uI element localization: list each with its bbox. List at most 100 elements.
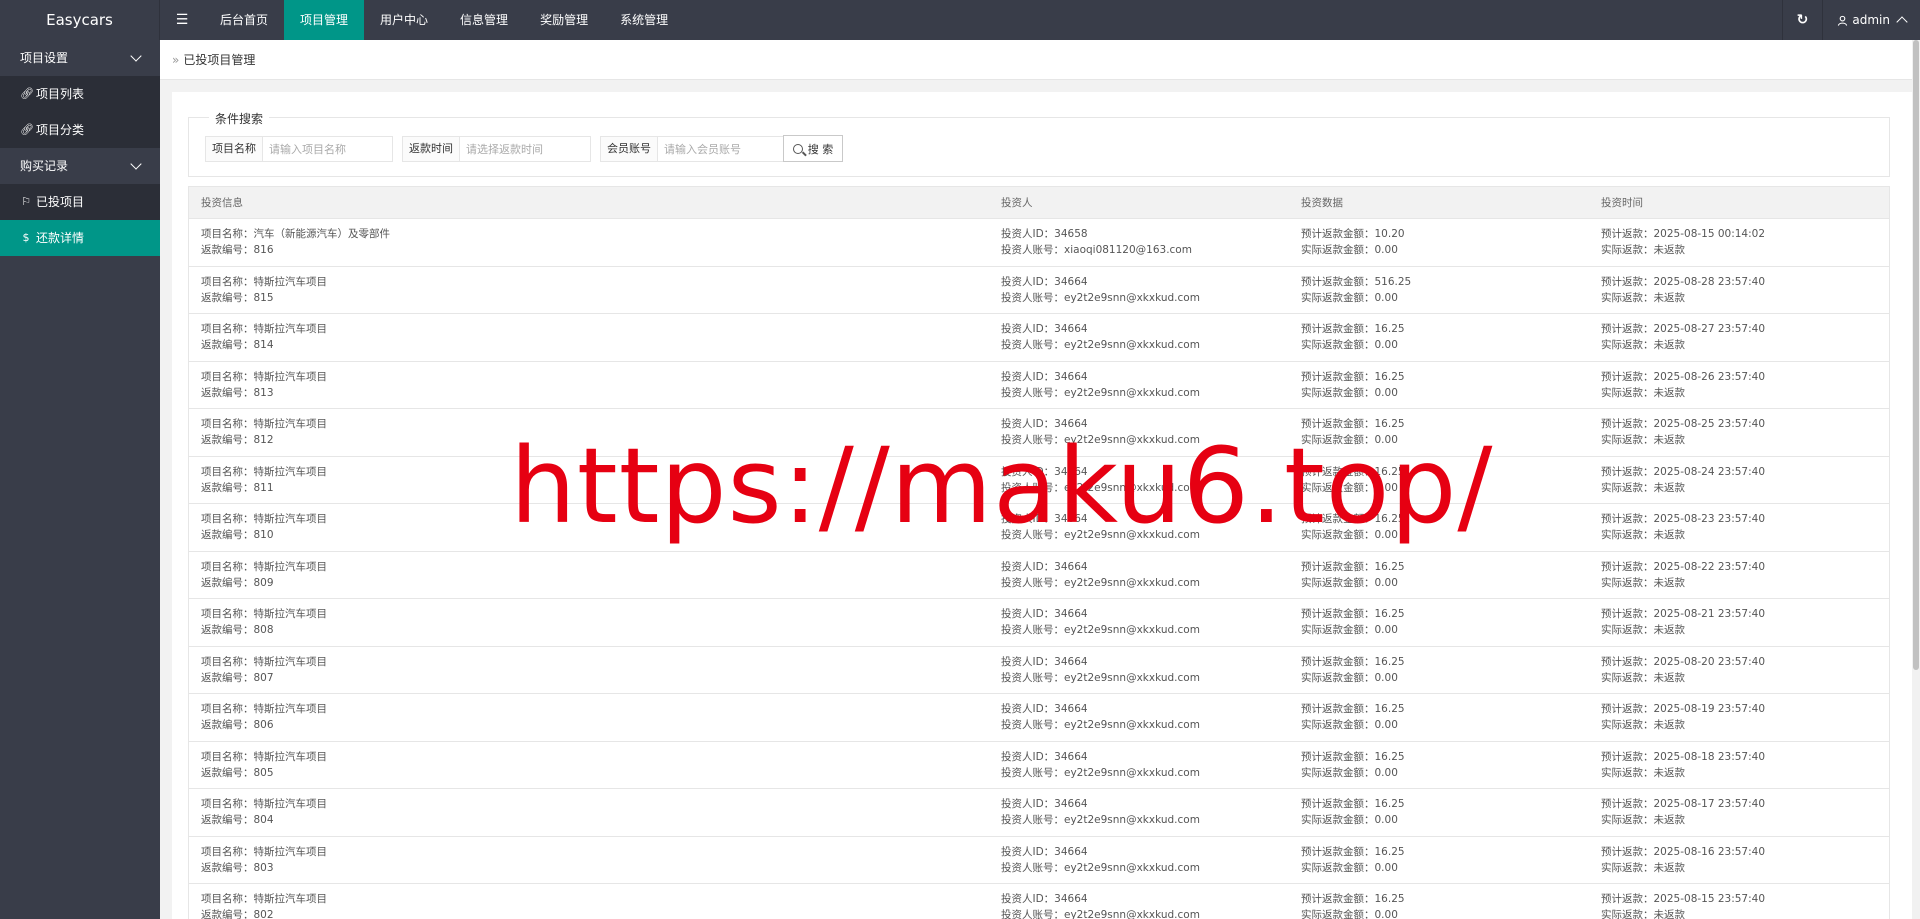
top-nav: 后台首页 项目管理 用户中心 信息管理 奖励管理 系统管理 (204, 0, 684, 40)
planned-return-amount: 预计返款金额：16.25 (1301, 560, 1405, 573)
planned-return-time: 预计返款：2025-08-18 23:57:40 (1601, 750, 1766, 763)
actual-return-status: 实际返款：未返款 (1601, 386, 1685, 399)
project-name: 项目名称：特斯拉汽车项目 (201, 275, 327, 288)
actual-return-status: 实际返款：未返款 (1601, 481, 1685, 494)
planned-return-time: 预计返款：2025-08-20 23:57:40 (1601, 655, 1766, 668)
actual-return-status: 实际返款：未返款 (1601, 244, 1685, 257)
table-cell: 预计返款：2025-08-22 23:57:40 实际返款：未返款 (1589, 559, 1889, 591)
planned-return-amount: 预计返款金额：16.25 (1301, 323, 1405, 336)
investor-id: 投资人ID：34664 (1001, 608, 1088, 621)
investment-table: 投资信息 投资人 投资数据 投资时间 项目名称：汽车（新能源汽车）及零部件 返款编… (188, 186, 1890, 919)
table-row: 项目名称：特斯拉汽车项目 返款编号：805 投资人ID：34664 投资人账号：ey2… (189, 742, 1889, 789)
planned-return-time: 预计返款：2025-08-27 23:57:40 (1601, 323, 1766, 336)
top-bar: Easycars ☰ 后台首页 项目管理 用户中心 信息管理 奖励管理 系统管理… (0, 0, 1920, 40)
sidebar-group-purchase-records[interactable]: 购买记录 (0, 148, 160, 184)
actual-return-amount: 实际返款金额：0.00 (1301, 671, 1398, 684)
actual-return-status: 实际返款：未返款 (1601, 861, 1685, 874)
actual-return-status: 实际返款：未返款 (1601, 339, 1685, 352)
nav-item-reward-management[interactable]: 奖励管理 (524, 0, 604, 40)
actual-return-amount: 实际返款金额：0.00 (1301, 624, 1398, 637)
investor-account: 投资人账号：ey2t2e9snn@xkxkud.com (1001, 766, 1200, 779)
investor-account: 投资人账号：ey2t2e9snn@xkxkud.com (1001, 719, 1200, 732)
table-cell: 预计返款金额：16.25 实际返款金额：0.00 (1289, 559, 1589, 591)
sidebar-item-invested-projects[interactable]: ⚐ 已投项目 (0, 184, 160, 220)
table-row: 项目名称：特斯拉汽车项目 返款编号：802 投资人ID：34664 投资人账号：ey2… (189, 884, 1889, 919)
investor-account: 投资人账号：ey2t2e9snn@xkxkud.com (1001, 434, 1200, 447)
table-cell: 预计返款：2025-08-28 23:57:40 实际返款：未返款 (1589, 274, 1889, 306)
project-name: 项目名称：特斯拉汽车项目 (201, 513, 327, 526)
table-cell: 项目名称：特斯拉汽车项目 返款编号：807 (189, 654, 989, 686)
sidebar-item-repayment-details[interactable]: $ 还款详情 (0, 220, 160, 256)
nav-item-system-management[interactable]: 系统管理 (604, 0, 684, 40)
return-time-field: 返款时间 (402, 136, 591, 162)
table-cell: 预计返款：2025-08-19 23:57:40 实际返款：未返款 (1589, 701, 1889, 733)
investor-id: 投资人ID：34658 (1001, 228, 1088, 241)
investor-id: 投资人ID：34664 (1001, 655, 1088, 668)
chevron-down-icon (130, 50, 142, 62)
actual-return-status: 实际返款：未返款 (1601, 814, 1685, 827)
project-name: 项目名称：特斯拉汽车项目 (201, 608, 327, 621)
planned-return-amount: 预计返款金额：16.25 (1301, 465, 1405, 478)
sidebar-group-project-settings[interactable]: 项目设置 (0, 40, 160, 76)
table-row: 项目名称：特斯拉汽车项目 返款编号：814 投资人ID：34664 投资人账号：ey2… (189, 314, 1889, 362)
investor-account: 投资人账号：ey2t2e9snn@xkxkud.com (1001, 576, 1200, 589)
nav-item-project-management[interactable]: 项目管理 (284, 0, 365, 40)
return-number: 返款编号：816 (201, 244, 274, 257)
actual-return-amount: 实际返款金额：0.00 (1301, 576, 1398, 589)
menu-toggle-icon[interactable]: ☰ (160, 0, 204, 40)
actual-return-amount: 实际返款金额：0.00 (1301, 529, 1398, 542)
table-cell: 项目名称：特斯拉汽车项目 返款编号：811 (189, 464, 989, 496)
table-row: 项目名称：特斯拉汽车项目 返款编号：809 投资人ID：34664 投资人账号：ey2… (189, 552, 1889, 599)
member-account-input[interactable] (658, 137, 786, 161)
member-account-field: 会员账号 (600, 136, 788, 162)
sidebar-item-project-list[interactable]: 🔗︎ 项目列表 (0, 76, 160, 112)
actual-return-status: 实际返款：未返款 (1601, 719, 1685, 732)
search-button[interactable]: 搜 索 (783, 135, 843, 162)
nav-item-info-management[interactable]: 信息管理 (444, 0, 524, 40)
table-cell: 投资人ID：34664 投资人账号：ey2t2e9snn@xkxkud.com (989, 464, 1289, 496)
refresh-icon[interactable]: ↻ (1781, 0, 1823, 40)
nav-item-user-center[interactable]: 用户中心 (364, 0, 444, 40)
table-row: 项目名称：特斯拉汽车项目 返款编号：815 投资人ID：34664 投资人账号：ey2… (189, 267, 1889, 314)
breadcrumb: » 已投项目管理 (160, 40, 1920, 80)
return-number: 返款编号：809 (201, 576, 274, 589)
table-cell: 投资人ID：34664 投资人账号：ey2t2e9snn@xkxkud.com (989, 416, 1289, 448)
return-number: 返款编号：815 (201, 291, 274, 304)
vertical-scrollbar[interactable] (1912, 40, 1920, 919)
app-logo[interactable]: Easycars (0, 0, 160, 40)
table-body: 项目名称：汽车（新能源汽车）及零部件 返款编号：816 投资人ID：34658 投资人… (189, 219, 1889, 919)
nav-item-home[interactable]: 后台首页 (204, 0, 284, 40)
planned-return-time: 预计返款：2025-08-15 23:57:40 (1601, 893, 1766, 906)
table-cell: 投资人ID：34664 投资人账号：ey2t2e9snn@xkxkud.com (989, 796, 1289, 828)
table-cell: 项目名称：特斯拉汽车项目 返款编号：805 (189, 749, 989, 781)
project-name-input[interactable] (263, 137, 391, 161)
table-cell: 预计返款：2025-08-15 00:14:02 实际返款：未返款 (1589, 226, 1889, 258)
return-time-input[interactable] (460, 137, 590, 161)
table-cell: 投资人ID：34664 投资人账号：ey2t2e9snn@xkxkud.com (989, 369, 1289, 401)
table-cell: 项目名称：特斯拉汽车项目 返款编号：803 (189, 844, 989, 876)
planned-return-amount: 预计返款金额：16.25 (1301, 418, 1405, 431)
scrollbar-thumb[interactable] (1913, 40, 1919, 670)
return-number: 返款编号：812 (201, 434, 274, 447)
planned-return-amount: 预计返款金额：16.25 (1301, 513, 1405, 526)
actual-return-amount: 实际返款金额：0.00 (1301, 386, 1398, 399)
user-menu[interactable]: admin (1822, 0, 1920, 40)
table-cell: 投资人ID：34664 投资人账号：ey2t2e9snn@xkxkud.com (989, 701, 1289, 733)
planned-return-time: 预计返款：2025-08-22 23:57:40 (1601, 560, 1766, 573)
investor-id: 投资人ID：34664 (1001, 560, 1088, 573)
table-cell: 项目名称：特斯拉汽车项目 返款编号：802 (189, 891, 989, 919)
project-name-label: 项目名称 (206, 137, 263, 161)
table-cell: 投资人ID：34664 投资人账号：ey2t2e9snn@xkxkud.com (989, 749, 1289, 781)
investor-id: 投资人ID：34664 (1001, 275, 1088, 288)
sidebar-item-project-category[interactable]: 🔗︎ 项目分类 (0, 112, 160, 148)
search-icon (792, 143, 803, 154)
investor-id: 投资人ID：34664 (1001, 893, 1088, 906)
table-cell: 投资人ID：34664 投资人账号：ey2t2e9snn@xkxkud.com (989, 606, 1289, 638)
table-cell: 预计返款金额：16.25 实际返款金额：0.00 (1289, 749, 1589, 781)
investor-account: 投资人账号：ey2t2e9snn@xkxkud.com (1001, 909, 1200, 919)
search-button-label: 搜 索 (807, 142, 834, 156)
actual-return-amount: 实际返款金额：0.00 (1301, 434, 1398, 447)
investor-account: 投资人账号：ey2t2e9snn@xkxkud.com (1001, 861, 1200, 874)
investor-id: 投资人ID：34664 (1001, 323, 1088, 336)
investor-id: 投资人ID：34664 (1001, 750, 1088, 763)
